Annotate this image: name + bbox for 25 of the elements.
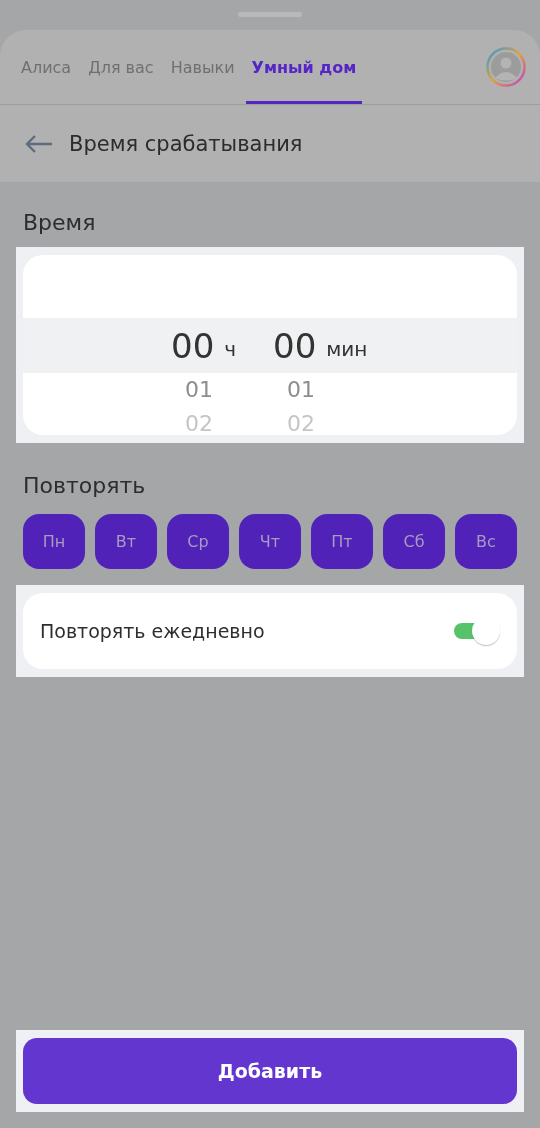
section-title: Повторять (23, 473, 147, 498)
tab[interactable]: Алиса (21, 30, 72, 104)
day-toggle[interactable]: Чт (239, 514, 301, 569)
day-toggle[interactable]: Ср (167, 514, 229, 569)
day-toggle[interactable]: Вс (455, 514, 517, 569)
time-picker[interactable]: 00 ч 01 02 00 мин 01 02 (23, 255, 517, 435)
unit-label: мин (326, 336, 368, 361)
unit-label: ч (224, 336, 237, 361)
tab[interactable]: Навыки (170, 30, 235, 104)
page-title: Время срабатывания (69, 131, 303, 156)
tab[interactable]: Умный дом (245, 30, 363, 104)
day-toggle[interactable]: Сб (383, 514, 445, 569)
day-toggle[interactable]: Пт (311, 514, 373, 569)
tab[interactable]: Для вас (88, 30, 154, 104)
day-toggle[interactable]: Вт (95, 514, 157, 569)
add-button[interactable]: Добавить (23, 1038, 517, 1104)
section-title: Время (23, 210, 97, 235)
back-arrow-icon[interactable] (24, 133, 54, 154)
daily-label: Повторять ежедневно (40, 620, 265, 642)
picker-option[interactable]: 01 (287, 377, 315, 403)
picker-value: 00 (171, 325, 215, 366)
picker-option[interactable]: 01 (185, 377, 213, 403)
avatar-icon[interactable] (486, 47, 526, 87)
picker-value: 00 (273, 325, 317, 366)
day-toggle[interactable]: Пн (23, 514, 85, 569)
